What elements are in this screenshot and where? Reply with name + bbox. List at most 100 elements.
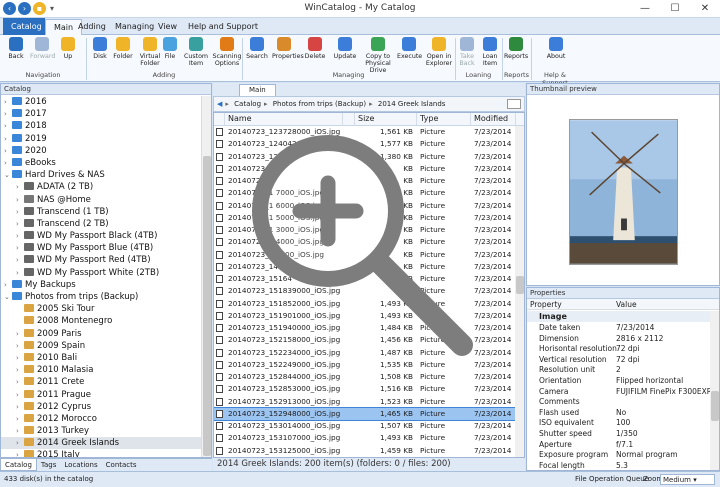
table-row[interactable]: 20140723_151852000_iOS.jpg 1,493 KB Pictur…	[214, 298, 524, 310]
chevron-right-icon[interactable]: ›	[4, 145, 12, 157]
breadcrumb-catalog[interactable]: Catalog	[234, 100, 261, 108]
column-name[interactable]: Name	[225, 113, 343, 125]
chevron-right-icon[interactable]: ›	[16, 376, 24, 388]
chevron-right-icon[interactable]: ›	[16, 194, 24, 206]
chevron-right-icon[interactable]: ›	[16, 267, 24, 279]
chevron-right-icon[interactable]: ›	[16, 364, 24, 376]
tree-item[interactable]: › WD My Passport Blue (4TB)	[1, 242, 201, 254]
breadcrumb-photos[interactable]: Photos from trips (Backup)	[273, 100, 366, 108]
table-row[interactable]: 20140723_151839000_iOS.jpg KB Picture 7/23/…	[214, 285, 524, 297]
tree-item[interactable]: ⌄ Photos from trips (Backup)	[1, 291, 201, 303]
ribbon-button-about[interactable]: About	[544, 37, 568, 60]
tree-item[interactable]: › 2010 Bali	[1, 352, 201, 364]
table-row[interactable]: 20140723_1 7000_iOS.jpg KB Picture 7/23/201…	[214, 187, 524, 199]
table-row[interactable]: 20140723_1 5000_iOS.jpg KB Picture 7/23/201…	[214, 212, 524, 224]
address-bar[interactable]: ◀ ▸ Catalog ▸ Photos from trips (Backup) ▸ …	[213, 96, 525, 112]
chevron-right-icon[interactable]: ›	[16, 230, 24, 242]
tree-item[interactable]: › WD My Passport Black (4TB)	[1, 230, 201, 242]
chevron-right-icon[interactable]: ›	[4, 96, 12, 108]
ribbon-button-disk[interactable]: Disk	[88, 37, 112, 60]
property-row[interactable]: Shutter speed 1/350	[527, 429, 710, 440]
ribbon-button-execute[interactable]: Execute	[397, 37, 422, 60]
chevron-right-icon[interactable]: ›	[16, 437, 24, 449]
ribbon-button-folder[interactable]: Folder	[111, 37, 135, 60]
tree-item[interactable]: › WD My Passport White (2TB)	[1, 267, 201, 279]
ribbon-button-properties[interactable]: Properties	[272, 37, 304, 60]
tree-item[interactable]: › 2013 Turkey	[1, 425, 201, 437]
tree-item[interactable]: › My Backups	[1, 279, 201, 291]
catalog-scrollbar[interactable]	[201, 96, 211, 457]
table-row[interactable]: 20140723_151901000_iOS.jpg 1,493 KB Pictur…	[214, 310, 524, 322]
tree-item[interactable]: › WD My Passport Red (4TB)	[1, 254, 201, 266]
column-type[interactable]: Type	[417, 113, 471, 125]
tree-item[interactable]: › 2018	[1, 120, 201, 132]
chevron-right-icon[interactable]: ›	[16, 242, 24, 254]
ribbon-button-update[interactable]: Update	[333, 37, 357, 60]
ribbon-button-take-back[interactable]: Take Back	[455, 37, 479, 67]
chevron-right-icon[interactable]: ›	[16, 401, 24, 413]
minimize-button[interactable]: —	[630, 0, 660, 18]
table-row[interactable]: 20140723_151940000_iOS.jpg 1,484 KB Pictur…	[214, 322, 524, 334]
chevron-right-icon[interactable]: ›	[16, 206, 24, 218]
tree-item[interactable]: › 2017	[1, 108, 201, 120]
ribbon-button-back[interactable]: Back	[4, 37, 28, 60]
ribbon-button-open-in-explorer[interactable]: Open in Explorer	[423, 37, 455, 67]
tab-main-view[interactable]: Main	[239, 84, 276, 96]
tree-item[interactable]: › 2009 Spain	[1, 340, 201, 352]
table-row[interactable]: 20140723_1 9000_iOS.jpg KB Picture 7/23/201…	[214, 249, 524, 261]
property-row[interactable]: Vertical resolution 72 dpi	[527, 355, 710, 366]
table-row[interactable]: 20140723_124042000_iOS.jpg 1,577 KB Pictur…	[214, 138, 524, 150]
tab-bottom-tags[interactable]: Tags	[37, 459, 61, 471]
tree-item[interactable]: › 2016	[1, 96, 201, 108]
property-row[interactable]: Camera FUJIFILM FinePix F300EXR	[527, 387, 712, 398]
ribbon-button-file[interactable]: File	[158, 37, 182, 60]
property-row[interactable]: Exposure program Normal program	[527, 450, 710, 461]
tree-item[interactable]: › NAS @Home	[1, 194, 201, 206]
close-button[interactable]: ✕	[690, 0, 720, 18]
table-row[interactable]: 20140723_152948000_iOS.jpg 1,465 KB Pictur…	[214, 406, 524, 422]
table-row[interactable]: 20140723_153125000_iOS.jpg 1,459 KB Pictur…	[214, 445, 524, 457]
ribbon-button-loan-item[interactable]: Loan Item	[478, 37, 502, 67]
tab-bottom-contacts[interactable]: Contacts	[102, 459, 141, 471]
property-row[interactable]: Focal length 5.3	[527, 461, 710, 470]
chevron-right-icon[interactable]: ›	[16, 340, 24, 352]
chevron-right-icon[interactable]: ›	[16, 218, 24, 230]
ribbon-button-forward[interactable]: Forward	[30, 37, 55, 60]
tree-item[interactable]: › 2012 Morocco	[1, 413, 201, 425]
file-list-scrollbar[interactable]	[515, 126, 524, 457]
tab-catalog[interactable]: Catalog	[3, 18, 45, 35]
chevron-down-icon[interactable]: ⌄	[4, 291, 12, 303]
ribbon-button-search[interactable]: Search	[245, 37, 269, 60]
chevron-right-icon[interactable]: ›	[16, 425, 24, 437]
tree-item[interactable]: › ADATA (2 TB)	[1, 181, 201, 193]
table-row[interactable]: 20140723_152249000_iOS.jpg 1,535 KB Pictur…	[214, 359, 524, 371]
column-size[interactable]: Size	[355, 113, 417, 125]
table-row[interactable]: 20140723_152158000_iOS.jpg 1,456 KB Pictur…	[214, 334, 524, 346]
properties-section-image[interactable]: Image	[527, 311, 710, 322]
property-row[interactable]: ISO equivalent 100	[527, 418, 710, 429]
tree-item[interactable]: › Transcend (2 TB)	[1, 218, 201, 230]
tab-bottom-catalog[interactable]: Catalog	[0, 459, 37, 471]
property-row[interactable]: Aperture f/7.1	[527, 440, 710, 451]
property-row[interactable]: Comments	[527, 397, 710, 408]
maximize-button[interactable]: ☐	[660, 0, 690, 18]
properties-scrollbar[interactable]	[710, 311, 719, 470]
tab-help-and-support[interactable]: Help and Support	[180, 19, 266, 35]
table-row[interactable]: 20140723_15164 KB Picture 7/23/2014	[214, 273, 524, 285]
tree-item[interactable]: › 2011 Prague	[1, 389, 201, 401]
tree-item[interactable]: › 2011 Crete	[1, 376, 201, 388]
table-row[interactable]: 20140723_1 KB Picture 7/23/2014	[214, 175, 524, 187]
chevron-down-icon[interactable]: ⌄	[4, 169, 12, 181]
view-mode-icon[interactable]	[507, 99, 521, 109]
column-modified[interactable]: Modified	[471, 113, 516, 125]
table-row[interactable]: 20140723_153107000_iOS.jpg 1,493 KB Pictur…	[214, 432, 524, 444]
property-row[interactable]: Horisontal resolution 72 dpi	[527, 344, 710, 355]
table-row[interactable]: 20140723_145 KB Picture 7/23/2014	[214, 261, 524, 273]
zoom-select[interactable]: Medium ▾	[660, 474, 715, 485]
table-row[interactable]: 20140723_1 4000_iOS.jpg KB Picture 7/23/201…	[214, 236, 524, 248]
property-row[interactable]: Date taken 7/23/2014	[527, 323, 710, 334]
chevron-right-icon[interactable]: ›	[16, 449, 24, 457]
tree-item[interactable]: ⌄ Hard Drives & NAS	[1, 169, 201, 181]
ribbon-button-copy-to-physical-drive[interactable]: Copy to Physical Drive	[362, 37, 394, 74]
tree-item[interactable]: › 2009 Paris	[1, 328, 201, 340]
